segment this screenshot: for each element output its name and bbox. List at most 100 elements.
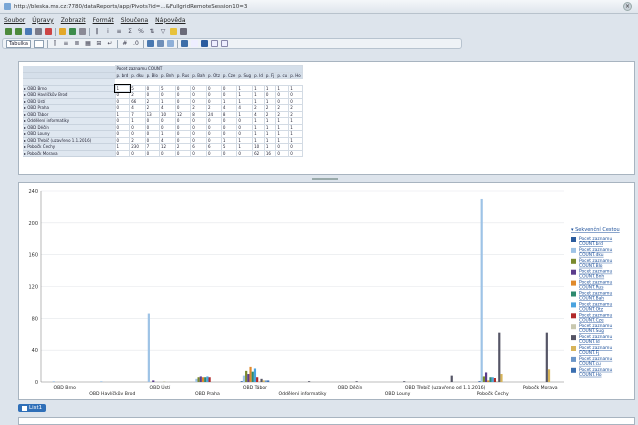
pivot-cell[interactable]: 0 <box>129 149 146 157</box>
tools-icon[interactable] <box>180 28 187 35</box>
pivot-cell[interactable]: 62 <box>252 149 265 157</box>
panel-icon[interactable] <box>200 40 208 47</box>
pivot-cell[interactable]: 0 <box>220 149 238 157</box>
bar <box>249 366 252 382</box>
pivot-col-header[interactable]: p. Bnh <box>158 71 176 79</box>
column-chart-icon[interactable] <box>156 40 164 47</box>
delete-icon[interactable] <box>45 28 52 35</box>
menu-item[interactable]: Úpravy <box>32 17 53 24</box>
italic-icon[interactable]: i <box>104 28 112 35</box>
pivot-col-header[interactable]: p. Otz <box>206 71 222 79</box>
view-select[interactable]: Tabulka <box>6 39 31 48</box>
legend-swatch[interactable] <box>571 237 576 242</box>
pivot-icon[interactable] <box>166 40 174 47</box>
print-icon[interactable] <box>35 28 42 35</box>
legend-entry-sub[interactable]: COUNT.Rus <box>579 285 604 291</box>
legend-entry-sub[interactable]: COUNT.Bah <box>579 296 604 302</box>
pivot-col-header[interactable]: p. cu <box>275 71 290 79</box>
legend-swatch[interactable] <box>571 324 576 330</box>
number-icon[interactable]: # <box>121 40 129 47</box>
legend-swatch[interactable] <box>571 247 576 253</box>
percent-icon[interactable]: % <box>137 28 145 35</box>
underline-icon[interactable]: ≡ <box>115 28 123 35</box>
pivot-cell[interactable]: 0 <box>236 149 254 157</box>
legend-entry-sub[interactable]: COUNT.Bnh <box>579 274 604 280</box>
legend-swatch[interactable] <box>571 258 576 264</box>
menu-item[interactable]: Soubor <box>4 17 25 24</box>
menu-item[interactable]: Nápověda <box>155 17 185 24</box>
splitter-handle[interactable] <box>312 178 338 180</box>
pivot-col-header[interactable]: p. Id <box>252 71 265 79</box>
legend-entry-sub[interactable]: COUNT.cu <box>579 361 601 367</box>
pivot-col-header[interactable]: p. Sug <box>236 71 254 79</box>
align-center-icon[interactable]: ≡ <box>62 40 70 47</box>
align-left-icon[interactable]: ⫿ <box>51 40 59 48</box>
menu-item[interactable]: Formát <box>93 17 114 24</box>
legend-swatch[interactable] <box>571 346 576 351</box>
export-icon[interactable] <box>59 28 66 35</box>
save-icon[interactable] <box>5 28 12 35</box>
legend-entry-sub[interactable]: COUNT.dku <box>579 252 604 258</box>
decimal-icon[interactable]: .0 <box>132 40 140 47</box>
legend-swatch[interactable] <box>571 335 576 341</box>
pivot-col-header[interactable]: p. Cze <box>220 71 238 79</box>
sum-icon[interactable]: Σ <box>126 28 134 35</box>
window-icon[interactable] <box>190 40 198 47</box>
legend-swatch[interactable] <box>571 280 576 286</box>
sheet-tab[interactable]: List1 <box>18 404 47 412</box>
legend-entry-sub[interactable]: COUNT.Blo <box>579 263 603 269</box>
pivot-cell[interactable]: 0 <box>144 149 160 157</box>
pivot-col-header[interactable]: p. brd <box>114 71 131 79</box>
pivot-cell[interactable]: 0 <box>158 149 176 157</box>
drill-icon[interactable]: ▽ <box>159 28 167 35</box>
frame-icon[interactable] <box>210 40 218 47</box>
bold-icon[interactable]: ‖ <box>93 28 101 35</box>
bar-chart-icon[interactable] <box>146 40 154 47</box>
pivot-cell[interactable]: 0 <box>288 149 303 157</box>
close-icon[interactable]: × <box>623 2 632 11</box>
pivot-row-header[interactable]: ▸ Pobočk Morava <box>23 150 115 157</box>
align-right-icon[interactable]: ≣ <box>73 40 81 47</box>
sort-icon[interactable]: ⇅ <box>148 28 156 35</box>
pivot-cell[interactable]: 0 <box>275 149 290 157</box>
pivot-col-header[interactable]: p. Bah <box>190 71 208 79</box>
legend-entry-sub[interactable]: COUNT.brd <box>579 241 603 247</box>
menu-item[interactable]: Sloučena <box>121 17 148 24</box>
star-icon[interactable] <box>170 28 177 35</box>
pivot-cell[interactable]: 0 <box>114 149 131 157</box>
filter-icon[interactable] <box>25 28 32 35</box>
menu-item[interactable]: Zobrazit <box>61 17 86 24</box>
legend-swatch[interactable] <box>571 356 576 362</box>
legend-swatch[interactable] <box>571 291 576 297</box>
pivot-cell[interactable]: 0 <box>174 149 192 157</box>
legend-entry-sub[interactable]: COUNT.Cze <box>579 317 604 323</box>
legend-entry-sub[interactable]: COUNT.Otz <box>579 306 604 312</box>
legend-swatch[interactable] <box>571 302 576 308</box>
legend-swatch[interactable] <box>571 367 576 373</box>
legend-entry-sub[interactable]: COUNT.Id <box>579 339 600 345</box>
pivot-cell[interactable]: 16 <box>263 149 277 157</box>
chart-icon[interactable] <box>69 28 76 35</box>
refresh-icon[interactable] <box>15 28 22 35</box>
legend-entry-sub[interactable]: COUNT.Ho <box>579 372 602 378</box>
merge-icon[interactable]: ⊞ <box>95 40 103 47</box>
zoom-select[interactable] <box>33 39 44 48</box>
pivot-col-header[interactable]: p. Rus <box>174 71 192 79</box>
legend-entry-sub[interactable]: COUNT.Fj <box>579 350 599 356</box>
table-icon[interactable] <box>79 28 86 35</box>
legend-swatch[interactable] <box>571 313 576 319</box>
pivot-cell[interactable]: 0 <box>190 149 208 157</box>
legend-title[interactable]: ▾ Sekvenční Cestou <box>571 226 620 233</box>
legend-swatch[interactable] <box>571 269 576 275</box>
pivot-col-header[interactable]: p. dku <box>129 71 146 79</box>
separator <box>89 27 90 36</box>
columns-icon[interactable] <box>220 40 228 47</box>
pivot-cell[interactable]: 0 <box>206 149 222 157</box>
pivot-col-header[interactable]: p. Fj <box>263 71 277 79</box>
pivot-col-header[interactable]: p. Blo <box>144 71 160 79</box>
legend-entry-sub[interactable]: COUNT.Sug <box>579 328 604 334</box>
pivot-col-header[interactable]: p. Ho <box>288 71 303 79</box>
layout-icon[interactable] <box>180 40 188 47</box>
wrap-icon[interactable]: ↵ <box>106 40 114 47</box>
grid-icon[interactable]: ▦ <box>84 40 92 47</box>
